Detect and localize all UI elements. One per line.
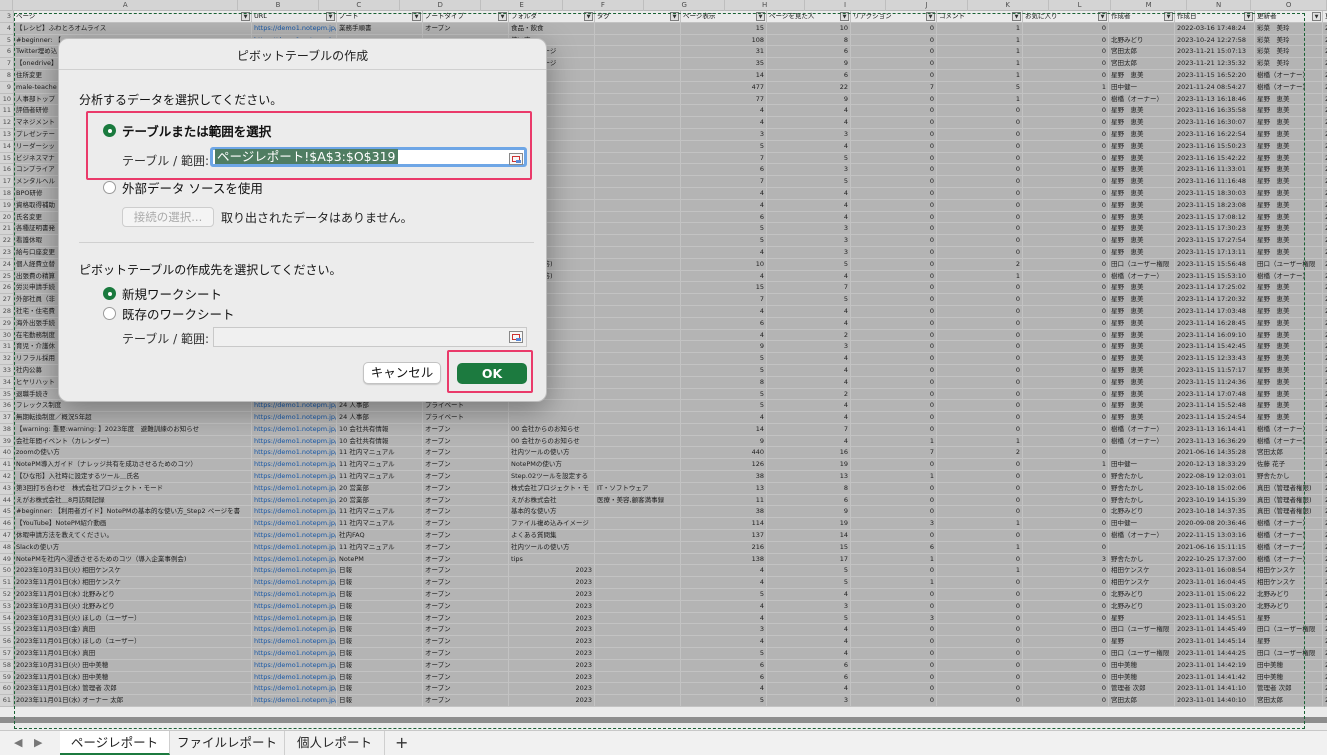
radio-new-worksheet[interactable]: 新規ワークシート: [103, 284, 222, 303]
tab-page-report[interactable]: ページレポート: [60, 731, 170, 755]
section-data-heading: 分析するデータを選択してください。: [79, 93, 283, 107]
range-picker-icon[interactable]: [509, 153, 523, 165]
radio-unselected-icon: [103, 307, 116, 320]
sheet-tab-bar: ◀ ▶ ページレポート ファイルレポート 個人レポート +: [0, 730, 1327, 755]
connection-status-text: 取り出されたデータはありません。: [221, 211, 413, 225]
ok-button[interactable]: OK: [457, 363, 527, 384]
radio-existing-worksheet[interactable]: 既存のワークシート: [103, 304, 235, 323]
section-destination-heading: ピボットテーブルの作成先を選択してください。: [79, 263, 342, 277]
tab-prev-icon[interactable]: ◀: [14, 736, 22, 749]
tab-file-report[interactable]: ファイルレポート: [170, 731, 285, 755]
choose-connection-button[interactable]: 接続の選択...: [122, 207, 214, 227]
add-sheet-icon[interactable]: +: [395, 733, 408, 752]
range-input[interactable]: ページレポート!$A$3:$O$319: [210, 147, 527, 167]
range-label: テーブル / 範囲:: [122, 154, 209, 168]
radio-selected-icon: [103, 124, 116, 137]
dialog-title: ピボットテーブルの作成: [236, 49, 369, 63]
radio-existing-worksheet-label: 既存のワークシート: [122, 307, 235, 322]
pivot-table-dialog: ピボットテーブルの作成 分析するデータを選択してください。 テーブルまたは範囲を…: [58, 38, 547, 402]
radio-external-source[interactable]: 外部データ ソースを使用: [103, 178, 263, 197]
cancel-button[interactable]: キャンセル: [363, 362, 441, 384]
section-divider: [79, 242, 534, 243]
radio-unselected-icon: [103, 181, 116, 194]
radio-selected-icon: [103, 287, 116, 300]
destination-input[interactable]: [213, 327, 527, 347]
tab-personal-report[interactable]: 個人レポート: [285, 731, 385, 755]
destination-picker-icon[interactable]: [509, 331, 523, 343]
radio-external-source-label: 外部データ ソースを使用: [122, 181, 263, 196]
tab-next-icon[interactable]: ▶: [34, 736, 42, 749]
destination-label: テーブル / 範囲:: [122, 332, 209, 346]
radio-new-worksheet-label: 新規ワークシート: [122, 287, 223, 302]
title-divider: [59, 69, 546, 70]
range-input-value: ページレポート!$A$3:$O$319: [215, 149, 398, 164]
excel-window: ABCDEFGHIJKLMNO 3 ページ ▼ URL ▼ ノート ▼ ノートタイプ ▼ フォルダ…: [0, 0, 1327, 755]
radio-table-range-label: テーブルまたは範囲を選択: [122, 124, 272, 139]
radio-table-range[interactable]: テーブルまたは範囲を選択: [103, 121, 271, 140]
